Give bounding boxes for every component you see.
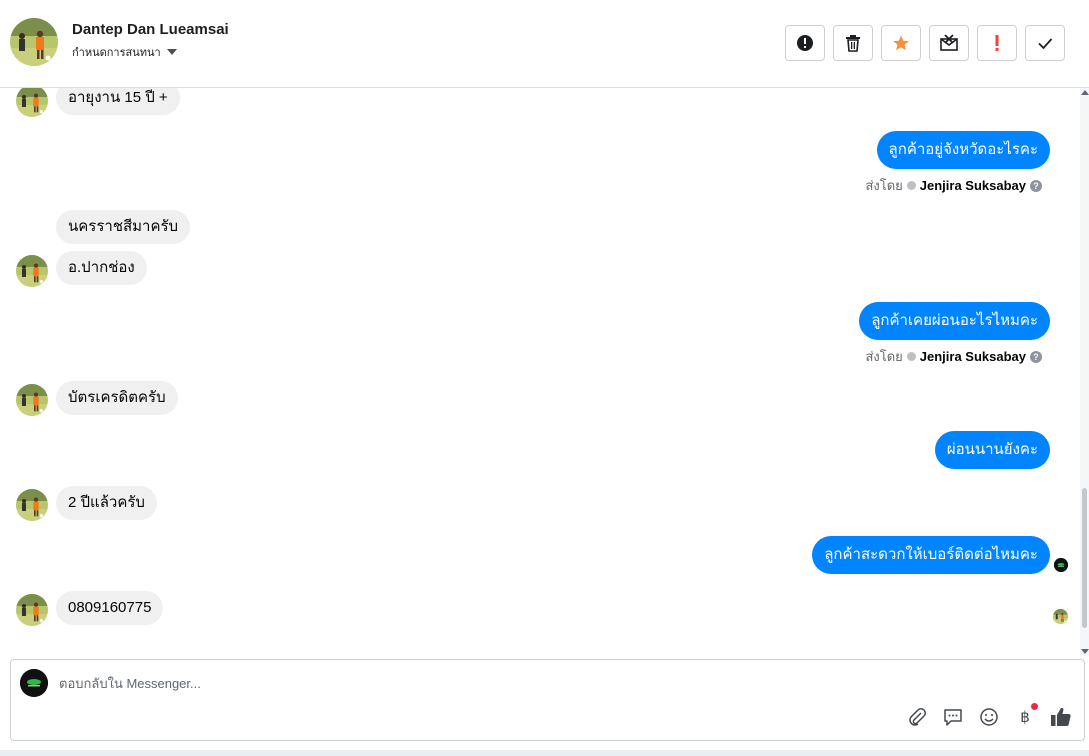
help-icon[interactable]: ? (1030, 350, 1042, 363)
payment-button[interactable]: ฿ (1014, 703, 1038, 728)
contact-avatar-small[interactable] (16, 384, 48, 416)
contact-avatar-small[interactable] (16, 489, 48, 521)
contact-name[interactable]: Dantep Dan Lueamsai (72, 21, 229, 38)
mark-spam-button[interactable] (785, 25, 825, 61)
conversation-header: Dantep Dan Lueamsai กำหนดการสนทนา (0, 0, 1089, 88)
page-seen-avatar (1054, 558, 1068, 572)
follow-up-button[interactable] (977, 25, 1017, 61)
saved-reply-button[interactable] (942, 706, 964, 728)
contact-avatar-small[interactable] (16, 594, 48, 626)
outgoing-message[interactable]: ผ่อนนานยังคะ (934, 431, 1050, 469)
incoming-message[interactable]: 0809160775 (56, 591, 164, 625)
incoming-message[interactable]: บัตรเครดิตครับ (56, 381, 178, 415)
reply-composer: ฿ (10, 659, 1085, 741)
outgoing-message[interactable]: ลูกค้าเคยผ่อนอะไรไหมคะ (859, 302, 1050, 340)
conversation-toolbar (785, 25, 1065, 61)
mark-unread-button[interactable] (929, 25, 969, 61)
sender-name[interactable]: Jenjira Suksabay (920, 349, 1026, 364)
sender-name[interactable]: Jenjira Suksabay (920, 178, 1026, 193)
bottom-edge (0, 750, 1089, 756)
composer-tools: ฿ (906, 703, 1072, 728)
message-thread[interactable]: อายุงาน 15 ปี + ลูกค้าอยู่จังหวัดอะไรคะ … (0, 88, 1080, 656)
thread-scrollbar[interactable] (1080, 88, 1089, 656)
incoming-message[interactable]: 2 ปีแล้วครับ (56, 486, 157, 520)
mark-done-button[interactable] (1025, 25, 1065, 61)
incoming-message[interactable]: อายุงาน 15 ปี + (56, 88, 180, 115)
delete-button[interactable] (833, 25, 873, 61)
contact-seen-avatar (1053, 609, 1068, 624)
saved-reply-icon (944, 709, 962, 726)
caret-down-icon (166, 49, 177, 55)
star-icon (893, 35, 909, 51)
envelope-x-icon (940, 34, 958, 51)
trash-icon (846, 35, 860, 52)
sent-by-info: ส่งโดย Jenjira Suksabay ? (865, 175, 1042, 196)
contact-avatar[interactable] (10, 18, 58, 66)
notification-dot (1031, 703, 1038, 710)
page-avatar (20, 669, 48, 697)
sent-by-info: ส่งโดย Jenjira Suksabay ? (865, 346, 1042, 367)
verified-icon (906, 181, 916, 190)
like-button[interactable] (1050, 706, 1072, 728)
scroll-down-arrow-icon[interactable] (1081, 649, 1089, 654)
emoji-button[interactable] (978, 706, 1000, 728)
like-icon (1051, 707, 1071, 726)
label-conversation-text: กำหนดการสนทนา (72, 47, 161, 59)
star-button[interactable] (881, 25, 921, 61)
attach-button[interactable] (906, 706, 928, 728)
paperclip-icon (909, 708, 926, 726)
sent-by-prefix: ส่งโดย (865, 178, 903, 193)
help-icon[interactable]: ? (1030, 179, 1042, 192)
incoming-message[interactable]: อ.ปากช่อง (56, 251, 147, 285)
outgoing-message[interactable]: ลูกค้าอยู่จังหวัดอะไรคะ (876, 131, 1050, 169)
check-icon (1038, 38, 1053, 50)
scroll-up-arrow-icon[interactable] (1081, 90, 1089, 95)
sent-by-prefix: ส่งโดย (865, 349, 903, 364)
contact-avatar-small[interactable] (16, 255, 48, 287)
label-conversation-dropdown[interactable]: กำหนดการสนทนา (72, 43, 177, 61)
incoming-message[interactable]: นครราชสีมาครับ (56, 210, 191, 244)
emoji-icon (980, 708, 998, 726)
verified-icon (906, 352, 916, 361)
exclamation-icon (995, 35, 999, 51)
reply-input[interactable] (59, 672, 959, 694)
contact-avatar-small[interactable] (16, 88, 48, 117)
payment-baht-icon: ฿ (1020, 708, 1030, 726)
scroll-thumb[interactable] (1082, 488, 1087, 628)
exclamation-circle-icon (797, 35, 813, 51)
outgoing-message[interactable]: ลูกค้าสะดวกให้เบอร์ติดต่อไหมคะ (812, 536, 1050, 574)
